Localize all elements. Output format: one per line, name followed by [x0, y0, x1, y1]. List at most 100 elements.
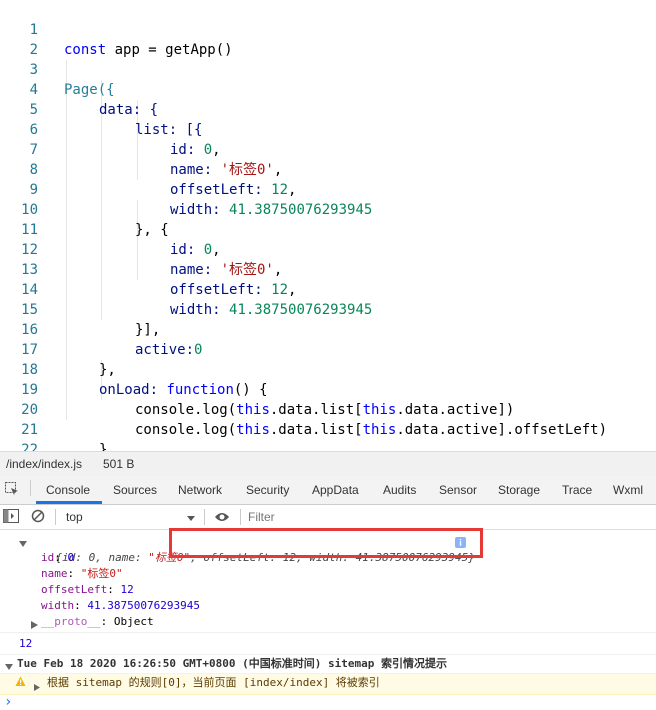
console-group-header[interactable]: Tue Feb 18 2020 16:26:50 GMT+0800 (中国标准时… — [17, 656, 447, 672]
tab-wxml[interactable]: Wxml — [613, 483, 643, 497]
tab-sensor[interactable]: Sensor — [439, 483, 477, 497]
active-tab-indicator — [36, 501, 102, 504]
code-token: 0 — [203, 142, 213, 158]
code-token: }, { — [135, 222, 169, 238]
code-line: 1 const app = getApp() — [0, 0, 233, 58]
code-line: 19 console.log(this.data.list[this.data.… — [0, 360, 514, 418]
console-prompt[interactable]: › — [4, 694, 12, 710]
file-status-bar: /index/index.js 501 B — [0, 451, 656, 476]
toolbar-separator — [204, 509, 205, 525]
code-token: 41.38750076293945 — [229, 202, 373, 218]
code-line: 21 }, — [0, 400, 116, 458]
code-line: 5 list: [{ — [0, 80, 203, 138]
code-token: '标签0' — [220, 262, 274, 278]
code-line: 2 — [0, 20, 38, 58]
code-line: 7 name: '标签0', — [0, 120, 283, 178]
code-token: offsetLeft: — [170, 282, 272, 298]
code-token: 0 — [203, 242, 213, 258]
code-token: .data.active]) — [396, 402, 515, 418]
code-line: 22 }) — [0, 420, 81, 478]
tab-storage[interactable]: Storage — [498, 483, 540, 497]
toolbar-separator — [55, 509, 56, 525]
code-line: 17 }, — [0, 320, 116, 378]
eye-icon[interactable] — [214, 511, 230, 526]
object-proto[interactable]: __proto__: Object — [41, 614, 154, 630]
code-line: 10 }, { — [0, 180, 169, 238]
filter-input[interactable] — [246, 507, 550, 527]
expand-triangle-icon[interactable] — [34, 680, 40, 696]
code-line: 8 offsetLeft: 12, — [0, 140, 297, 198]
code-token: 12 — [271, 182, 289, 198]
code-line: 11 id: 0, — [0, 200, 220, 258]
code-line: 14 width: 41.38750076293945 — [0, 260, 372, 318]
indent-guide — [66, 60, 67, 420]
code-line: 20 console.log(this.data.list[this.data.… — [0, 380, 607, 438]
code-token: 0 — [194, 342, 203, 358]
code-line: 18 onLoad: function() { — [0, 340, 267, 398]
tab-appdata[interactable]: AppData — [312, 483, 359, 497]
code-token: , — [273, 162, 283, 178]
clear-console-icon[interactable] — [31, 509, 45, 526]
code-line: 3 Page({ — [0, 40, 115, 98]
code-token: 12 — [271, 282, 289, 298]
object-property: name: "标签0" — [41, 567, 123, 580]
console-toolbar: top — [0, 505, 656, 530]
object-property: width: 41.38750076293945 — [41, 599, 200, 612]
tab-console[interactable]: Console — [46, 483, 90, 497]
code-line: 6 id: 0, — [0, 100, 221, 158]
code-token: console.log( — [135, 402, 237, 418]
code-line: 9 width: 41.38750076293945 — [0, 160, 373, 218]
code-token: name: — [170, 162, 221, 178]
context-selector[interactable]: top — [66, 510, 83, 524]
code-token: }], — [135, 322, 161, 338]
code-token: width: — [170, 302, 230, 318]
toolbar-separator — [240, 509, 241, 525]
code-token: .data.active].offsetLeft) — [396, 422, 608, 438]
code-token: this — [362, 422, 397, 438]
tab-trace[interactable]: Trace — [562, 483, 592, 497]
object-property: offsetLeft: 12 — [41, 583, 134, 596]
devtools-tab-bar: Console Sources Network Security AppData… — [0, 476, 656, 505]
tab-sources[interactable]: Sources — [113, 483, 157, 497]
tab-audits[interactable]: Audits — [383, 483, 416, 497]
chevron-down-icon[interactable] — [186, 512, 196, 526]
code-line: 13 offsetLeft: 12, — [0, 240, 296, 298]
code-token: this — [236, 422, 270, 438]
code-token: () { — [233, 382, 268, 398]
code-line: 15 }], — [0, 280, 160, 338]
indent-guide — [137, 200, 138, 280]
tab-network[interactable]: Network — [178, 483, 222, 497]
inspect-element-icon[interactable] — [4, 481, 20, 500]
highlight-box — [169, 528, 483, 558]
code-token: app = getApp() — [106, 42, 233, 58]
toolbar-separator — [30, 480, 31, 496]
tab-security[interactable]: Security — [246, 483, 289, 497]
code-token: , — [288, 282, 297, 298]
code-token: }, — [99, 362, 116, 378]
code-token: offsetLeft: — [170, 182, 272, 198]
warning-icon — [15, 676, 26, 692]
log-value: 12 — [19, 637, 33, 650]
code-token: , — [212, 242, 221, 258]
code-token: list: [{ — [135, 122, 203, 138]
code-token: , — [288, 182, 297, 198]
code-token: name: — [170, 262, 221, 278]
code-token: function — [166, 382, 234, 398]
code-token: .data.list[ — [269, 402, 363, 418]
code-line: 12 name: '标签0', — [0, 220, 282, 278]
sidebar-toggle-icon[interactable] — [3, 509, 19, 526]
code-token: width: — [170, 202, 230, 218]
code-token: console.log( — [135, 422, 237, 438]
code-token: , — [273, 262, 283, 278]
file-size: 501 B — [103, 457, 135, 471]
code-editor[interactable]: 1 const app = getApp() 2 3 Page({ 4 data… — [0, 0, 656, 478]
code-token: onLoad: — [99, 382, 167, 398]
code-token: this — [362, 402, 397, 418]
object-property: id: 0 — [41, 551, 75, 564]
code-token: data: { — [99, 102, 159, 118]
expand-triangle-icon[interactable] — [19, 537, 27, 553]
warning-message: 根据 sitemap 的规则[0]，当前页面 [index/index] 将被索… — [47, 676, 380, 689]
code-token: 41.38750076293945 — [229, 302, 373, 318]
code-token: id: — [170, 142, 204, 158]
code-token: active: — [135, 342, 195, 358]
